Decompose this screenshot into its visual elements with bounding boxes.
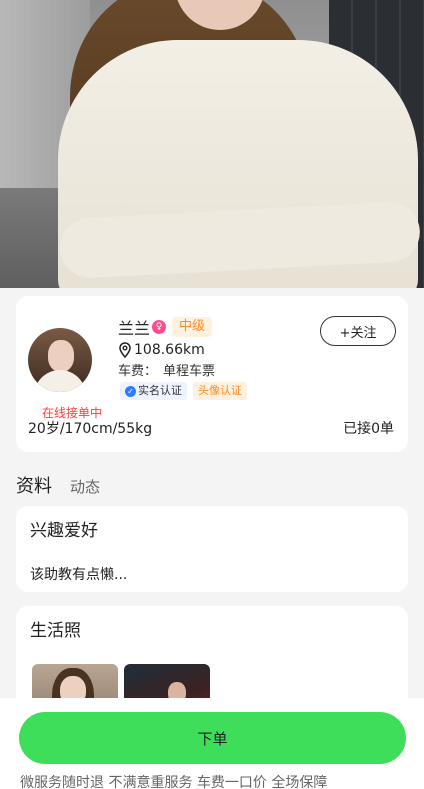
profile-name: 兰兰	[118, 319, 151, 338]
check-badge-icon: ✓	[125, 385, 136, 397]
profile-card: 在线接单中 兰兰 ♀ 中级 108.66km 车费： 单程车票 ✓ 实名认证 头像…	[16, 296, 408, 452]
distance-value: 108.66km	[134, 342, 205, 358]
fee-label: 车费：	[118, 364, 158, 379]
profile-stats: 20岁/170cm/55kg	[28, 421, 153, 437]
order-button[interactable]: 下单	[19, 712, 406, 764]
profile-tabs: 资料 动态	[16, 472, 100, 498]
verified-badge: ✓ 实名认证	[120, 382, 187, 400]
orders-count: 已接0单	[343, 421, 394, 437]
fee-value: 单程车票	[163, 364, 216, 379]
follow-button[interactable]: +关注	[320, 316, 396, 346]
level-badge: 中级	[172, 317, 213, 337]
hobbies-text: 该助教有点懒...	[30, 567, 128, 583]
avatar[interactable]	[28, 328, 92, 392]
tab-moments[interactable]: 动态	[70, 476, 100, 497]
female-icon: ♀	[152, 320, 167, 334]
location-pin-icon	[119, 342, 131, 358]
tab-profile[interactable]: 资料	[16, 472, 52, 498]
life-photos-title: 生活照	[30, 621, 81, 641]
avatar-block[interactable]: 在线接单中	[28, 328, 116, 421]
hobbies-card: 兴趣爱好 该助教有点懒...	[16, 506, 408, 592]
hero-photo[interactable]	[0, 0, 424, 288]
name-row: 兰兰 ♀ 中级	[118, 316, 213, 338]
avatar-verified-badge: 头像认证	[193, 382, 247, 400]
bottom-bar: 下单 微服务随时退 不满意重服务 车费一口价 全场保障	[0, 698, 424, 789]
service-guarantee: 微服务随时退 不满意重服务 车费一口价 全场保障	[20, 775, 328, 789]
verified-badge-label: 实名认证	[138, 384, 182, 397]
distance-row: 108.66km	[118, 340, 205, 360]
certification-badges: ✓ 实名认证 头像认证	[120, 382, 247, 400]
hobbies-title: 兴趣爱好	[30, 521, 98, 541]
fee-row: 车费： 单程车票	[118, 362, 221, 382]
